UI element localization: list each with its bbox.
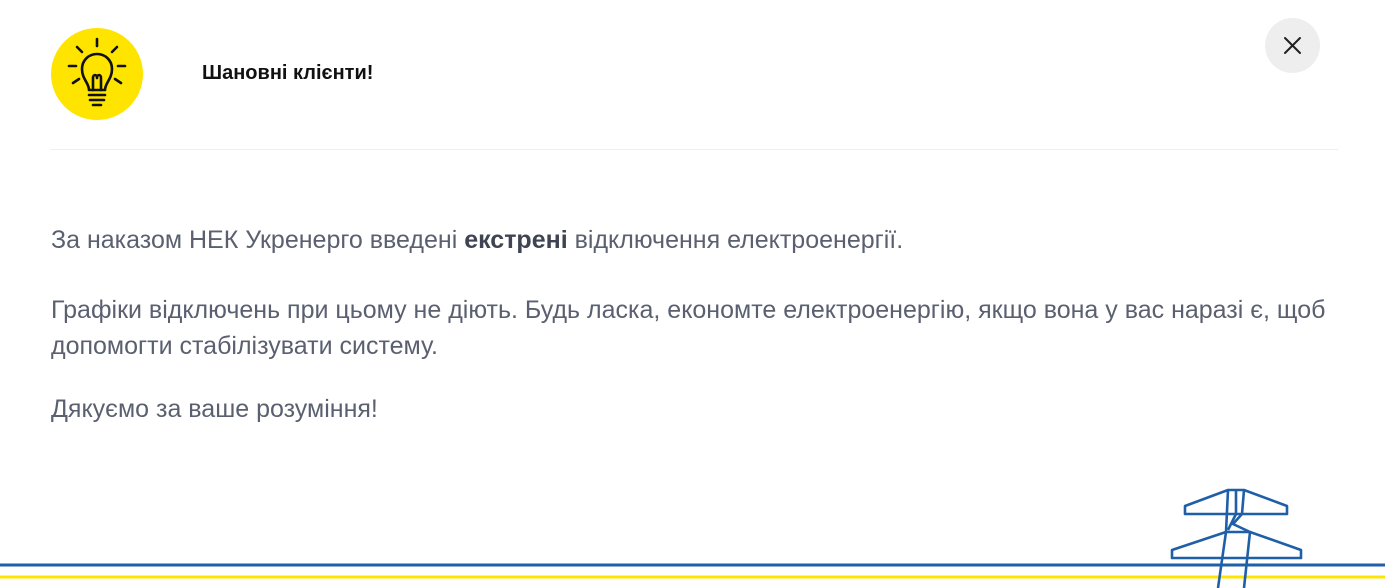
thanks-paragraph: Дякуємо за ваше розуміння! <box>51 395 378 423</box>
power-lines-decoration <box>0 488 1385 588</box>
emergency-outage-modal: Шановні клієнти! За наказом НЕК Укренерг… <box>0 0 1385 588</box>
notice-text-before: За наказом НЕК Укренерго введені <box>51 226 465 254</box>
modal-body: За наказом НЕК Укренерго введені екстрен… <box>51 222 1331 427</box>
header-divider <box>51 149 1338 150</box>
lightbulb-icon <box>51 28 143 120</box>
close-button[interactable] <box>1265 18 1320 73</box>
modal-header: Шановні клієнти! <box>51 28 1338 120</box>
notice-emphasis: екстрені <box>464 226 568 254</box>
modal-title: Шановні клієнти! <box>202 62 374 84</box>
power-tower-icon <box>1170 488 1303 588</box>
close-icon <box>1284 37 1301 54</box>
notice-text-after: відключення електроенергії. <box>567 226 904 254</box>
schedules-notice-paragraph: Графіки відключень при цьому не діють. Б… <box>51 296 1326 360</box>
outage-notice-paragraph: За наказом НЕК Укренерго введені екстрен… <box>51 222 1331 258</box>
